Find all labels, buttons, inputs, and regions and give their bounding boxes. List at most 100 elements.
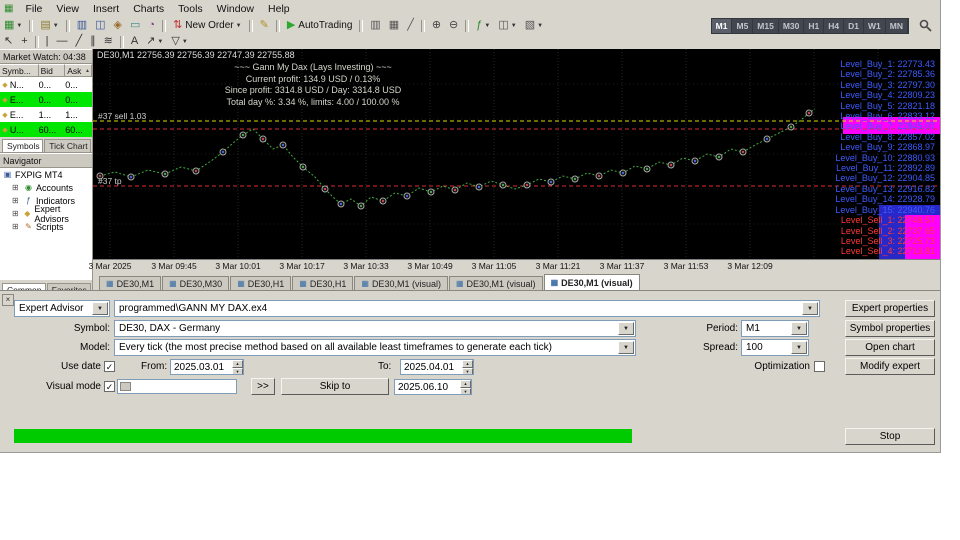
line-chart-button[interactable]: ╱ (404, 18, 417, 34)
visual-speed-slider[interactable] (117, 379, 237, 394)
spin-down-icon[interactable]: ▼ (232, 368, 243, 374)
candle-chart-button[interactable]: ▦ (386, 18, 402, 34)
optimization-checkbox[interactable] (814, 361, 825, 372)
menu-item-file[interactable]: File (18, 2, 49, 16)
chart-tab[interactable]: ▦ DE30,M1 (99, 276, 162, 290)
column-ask[interactable]: Ask ▲ (65, 64, 92, 77)
spread-select[interactable]: 100 ▼ (741, 339, 809, 356)
vertical-line-button[interactable]: | (43, 34, 52, 50)
expand-icon[interactable]: ⊞ (12, 196, 21, 205)
market-watch-header[interactable]: Symb... Bid Ask ▲ (0, 64, 92, 77)
timeframe-w1[interactable]: W1 (864, 18, 886, 33)
expand-icon[interactable]: ⊞ (12, 209, 20, 218)
use-date-checkbox[interactable]: ✓ (104, 361, 115, 372)
chart-tab[interactable]: ▦ DE30,M1 (visual) (543, 274, 640, 290)
zoom-in-button[interactable]: ⊕ (429, 18, 444, 34)
symbol-select[interactable]: DE30, DAX - Germany ▼ (114, 320, 636, 337)
templates-button[interactable]: ▧ ▼ (522, 18, 546, 34)
spin-down-icon[interactable]: ▼ (460, 388, 471, 394)
chevron-down-icon[interactable]: ▼ (92, 302, 108, 315)
crosshair-button[interactable]: + (18, 34, 30, 50)
visual-mode-checkbox[interactable]: ✓ (104, 381, 115, 392)
chart-tab[interactable]: ▦ DE30,M30 (162, 276, 230, 290)
menu-item-view[interactable]: View (49, 2, 86, 16)
horizontal-line-button[interactable]: — (54, 34, 71, 50)
data-window-button[interactable]: ◫ (92, 18, 108, 34)
fibonacci-button[interactable]: ≋ (101, 34, 116, 50)
navigator-item-fxpig-mt4[interactable]: ▣ FXPIG MT4 (0, 168, 92, 181)
to-date-field[interactable]: 2025.04.01 ▲ ▼ (400, 359, 474, 375)
spin-up-icon[interactable]: ▲ (462, 360, 473, 368)
timeframe-d1[interactable]: D1 (844, 18, 865, 33)
market-watch-row[interactable]: ◆ E... 0... 0... (0, 92, 92, 107)
tester-mode-select[interactable]: Expert Advisor ▼ (14, 300, 110, 317)
chevron-down-icon[interactable]: ▼ (791, 341, 807, 354)
timeframe-h4[interactable]: H4 (824, 18, 845, 33)
close-tester-button[interactable]: × (2, 294, 14, 306)
skip-date-spinner[interactable]: ▲ ▼ (460, 380, 471, 394)
timeframe-m1[interactable]: M1 (711, 18, 733, 33)
open-chart-button[interactable]: Open chart (845, 339, 935, 356)
new-chart-button[interactable]: ▦ ▼ (1, 18, 25, 34)
tab-tick-chart[interactable]: Tick Chart (44, 139, 91, 152)
metaeditor-button[interactable]: ✎ (257, 18, 272, 34)
menu-item-tools[interactable]: Tools (171, 2, 210, 16)
zoom-out-button[interactable]: ⊖ (446, 18, 461, 34)
spin-down-icon[interactable]: ▼ (462, 368, 473, 374)
shapes-button[interactable]: ▽ ▼ (168, 34, 190, 50)
indicators-button[interactable]: ƒ ▼ (473, 18, 493, 34)
expert-properties-button[interactable]: Expert properties (845, 300, 935, 317)
profiles-button[interactable]: ▤ ▼ (37, 18, 61, 34)
spin-up-icon[interactable]: ▲ (232, 360, 243, 368)
channel-button[interactable]: ∥ (87, 34, 99, 50)
menu-item-insert[interactable]: Insert (86, 2, 126, 16)
navigator-button[interactable]: ◈ (111, 18, 125, 34)
new-order-button[interactable]: ⇅ New Order ▼ (170, 18, 245, 34)
market-watch-row[interactable]: ◆ E... 1... 1... (0, 107, 92, 122)
chart-tab[interactable]: ▦ DE30,M1 (visual) (448, 276, 543, 290)
chart-tab[interactable]: ▦ DE30,H1 (292, 276, 354, 290)
market-watch-row[interactable]: ◆ N... 0... 0... (0, 77, 92, 92)
menu-item-charts[interactable]: Charts (126, 2, 171, 16)
chart-canvas[interactable]: DE30,M1 22756.39 22756.39 22747.39 22755… (93, 49, 940, 260)
from-date-spinner[interactable]: ▲ ▼ (232, 360, 243, 374)
timeframe-m30[interactable]: M30 (779, 18, 805, 33)
spin-up-icon[interactable]: ▲ (460, 380, 471, 388)
autotrading-button[interactable]: ▶ AutoTrading (284, 18, 356, 34)
expert-path-select[interactable]: programmed\GANN MY DAX.ex4 ▼ (114, 300, 820, 317)
arrows-button[interactable]: ↗ ▼ (143, 34, 166, 50)
chart-tab[interactable]: ▦ DE30,H1 (230, 276, 292, 290)
text-label-button[interactable]: A (128, 34, 141, 50)
to-date-spinner[interactable]: ▲ ▼ (462, 360, 473, 374)
navigator-item-expert-advisors[interactable]: ⊞ ◆ Expert Advisors (0, 204, 92, 224)
search-button[interactable] (919, 19, 932, 32)
bar-chart-button[interactable]: ▥ (367, 18, 383, 34)
menu-item-help[interactable]: Help (261, 2, 297, 16)
fast-forward-button[interactable]: >> (251, 378, 275, 395)
symbol-properties-button[interactable]: Symbol properties (845, 320, 935, 337)
navigator-item-accounts[interactable]: ⊞ ◉ Accounts (0, 181, 92, 194)
skip-to-date-field[interactable]: 2025.06.10 ▲ ▼ (394, 379, 472, 395)
market-watch-row[interactable]: ◆ U... 60... 60... (0, 122, 92, 137)
stop-button[interactable]: Stop (845, 428, 935, 445)
terminal-button[interactable]: ▭ (127, 18, 143, 34)
market-watch-button[interactable]: ▥ (74, 18, 90, 34)
expand-icon[interactable]: ⊞ (12, 183, 21, 192)
chevron-down-icon[interactable]: ▼ (618, 341, 634, 354)
chevron-down-icon[interactable]: ▼ (802, 302, 818, 315)
timeframe-mn[interactable]: MN (886, 18, 908, 33)
column-symbol[interactable]: Symb... (0, 64, 39, 77)
chevron-down-icon[interactable]: ▼ (618, 322, 634, 335)
time-axis[interactable]: 3 Mar 2025 3 Mar 09:45 3 Mar 10:01 3 Mar 10… (89, 259, 940, 274)
slider-thumb[interactable] (120, 382, 131, 391)
modify-expert-button[interactable]: Modify expert (845, 358, 935, 375)
trend-line-button[interactable]: ╱ (73, 34, 86, 50)
expand-icon[interactable]: ⊞ (12, 222, 21, 231)
chevron-down-icon[interactable]: ▼ (791, 322, 807, 335)
period-select[interactable]: M1 ▼ (741, 320, 809, 337)
cursor-button[interactable]: ↖ (1, 34, 16, 50)
timeframe-m5[interactable]: M5 (732, 18, 754, 33)
tab-symbols[interactable]: Symbols (2, 139, 44, 152)
menu-item-window[interactable]: Window (210, 2, 261, 16)
from-date-field[interactable]: 2025.03.01 ▲ ▼ (170, 359, 244, 375)
